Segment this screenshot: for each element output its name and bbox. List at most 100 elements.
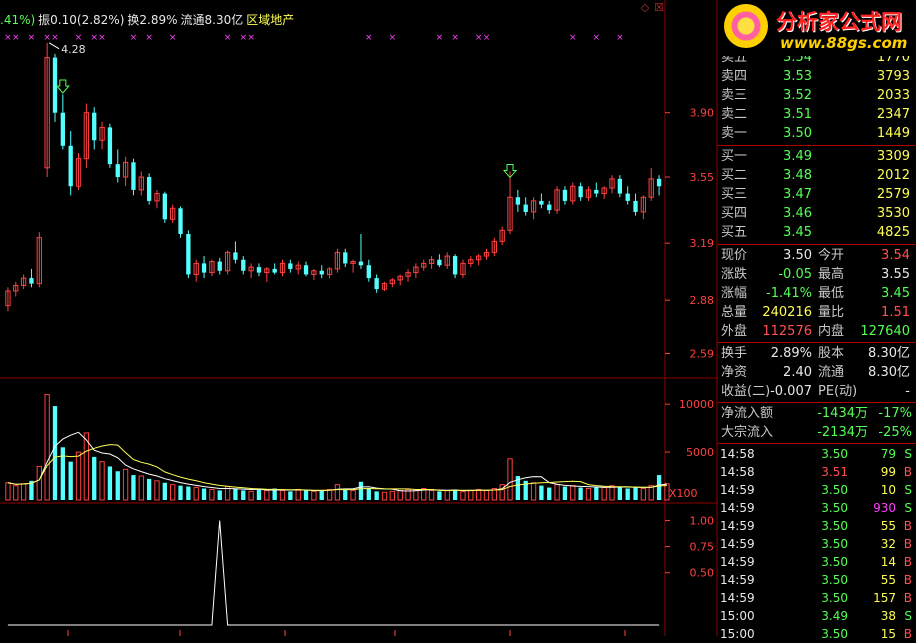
price-tick-label: 3.55 [690, 171, 715, 184]
tick-side: B [903, 555, 912, 569]
candle-body [256, 267, 262, 273]
tick-price: 3.50 [821, 573, 848, 587]
flow-row[interactable]: 大宗流入 -2134万 -25% [718, 423, 916, 442]
signal-marker: × [145, 33, 153, 43]
tick-side: S [904, 447, 912, 461]
volume-bar [640, 488, 647, 501]
candle-body [201, 263, 207, 273]
bid-row[interactable]: 买一 3.49 3309 [718, 147, 916, 166]
tick-row[interactable]: 14:59 3.50 32 B [718, 535, 916, 553]
volume-bar [83, 432, 90, 501]
stat-value: -0.007 [770, 384, 812, 399]
stat-row[interactable]: 净资 2.40 流通 8.30亿 [718, 363, 916, 382]
volume-bar [428, 489, 435, 501]
stat-row[interactable]: 涨跌 -0.05 最高 3.55 [718, 265, 916, 284]
ask-row[interactable]: 卖二 3.51 2347 [718, 105, 916, 124]
stat-row[interactable]: 涨幅 -1.41% 最低 3.45 [718, 284, 916, 303]
signal-marker: × [247, 33, 255, 43]
ask-row[interactable]: 卖四 3.53 3793 [718, 67, 916, 86]
candle-body [366, 265, 371, 279]
volume-bar [547, 487, 552, 500]
bid-volume: 4825 [876, 225, 910, 240]
volume-bar [609, 485, 615, 501]
signal-marker: × [365, 33, 373, 43]
candle-body [578, 186, 583, 198]
restore-icon[interactable]: ◇ [640, 2, 650, 14]
pct-change-label: .41%) [0, 13, 36, 27]
candle-body [617, 178, 623, 194]
stat-value: 127640 [860, 324, 910, 339]
flow-pct: -25% [878, 425, 912, 440]
quote-panel: 卖五 3.54 1770 卖四 3.53 3793 卖三 3.52 2033 卖二 3.51 2347… [718, 0, 916, 641]
tick-row[interactable]: 14:59 3.50 930 S [718, 499, 916, 517]
signal-marker: × [483, 33, 491, 43]
stat-label: 总量 [721, 305, 748, 320]
candle-body [146, 177, 152, 201]
stat-row[interactable]: 现价 3.50 今开 3.54 [718, 246, 916, 265]
flow-value: -2134万 [817, 425, 868, 440]
signal-marker: × [475, 33, 483, 43]
flow-value: -1434万 [817, 406, 868, 421]
buy-signal-arrow-icon [55, 79, 70, 94]
volume-bar [92, 456, 97, 500]
volume-ma-line [7, 444, 667, 492]
panel-divider [718, 145, 916, 146]
candle-body [241, 259, 246, 271]
stat-row[interactable]: 收益(二) -0.007 PE(动) - [718, 382, 916, 401]
close-icon[interactable]: ☒ [654, 2, 664, 14]
volume-bar [248, 490, 254, 501]
volume-bar [162, 482, 167, 500]
volume-bar [319, 490, 324, 500]
volume-bar [20, 483, 27, 501]
flow-row[interactable]: 净流入额 -1434万 -17% [718, 404, 916, 423]
sector-label[interactable]: 区域地产 [246, 13, 294, 27]
volume-bar [68, 461, 73, 500]
volume-bar [13, 485, 19, 501]
ask-row[interactable]: 卖一 3.50 1449 [718, 124, 916, 143]
ask-volume: 2347 [876, 107, 910, 122]
signal-marker: × [4, 33, 12, 43]
stat-label: 流通 [818, 365, 845, 380]
volume-bar [178, 485, 183, 500]
tick-side: B [903, 465, 912, 479]
tick-row[interactable]: 14:59 3.50 10 S [718, 481, 916, 499]
bid-volume: 3309 [876, 149, 910, 164]
stat-row[interactable]: 外盘 112576 内盘 127640 [718, 322, 916, 341]
panel-divider [718, 244, 916, 245]
volume-bar [381, 491, 388, 501]
stat-value: -0.05 [778, 267, 812, 282]
price-tick-label: 3.19 [690, 237, 715, 250]
tick-row[interactable]: 14:59 3.50 157 B [718, 589, 916, 607]
ask-label: 卖三 [721, 88, 748, 103]
bid-row[interactable]: 买四 3.46 3530 [718, 204, 916, 223]
bid-row[interactable]: 买五 3.45 4825 [718, 223, 916, 242]
volume-bar [60, 447, 65, 500]
tick-row[interactable]: 14:58 3.50 79 S [718, 445, 916, 463]
candle-body [547, 204, 552, 211]
ask-volume: 1449 [876, 126, 910, 141]
volume-bar [154, 480, 160, 501]
bid-row[interactable]: 买二 3.48 2012 [718, 166, 916, 185]
stat-row[interactable]: 换手 2.89% 股本 8.30亿 [718, 344, 916, 363]
tick-row[interactable]: 14:59 3.50 55 B [718, 517, 916, 535]
stat-row[interactable]: 总量 240216 量比 1.51 [718, 303, 916, 322]
logo-title: 分析家公式网 [776, 10, 902, 34]
tick-row[interactable]: 14:58 3.51 99 B [718, 463, 916, 481]
tick-row[interactable]: 15:00 3.50 15 B [718, 625, 916, 643]
volume-bar [217, 490, 222, 500]
candle-body [217, 261, 222, 271]
bid-price: 3.46 [783, 206, 812, 221]
tick-price: 3.50 [821, 501, 848, 515]
tick-row[interactable]: 15:00 3.49 38 S [718, 607, 916, 625]
flow-pct: -17% [878, 406, 912, 421]
tick-row[interactable]: 14:59 3.50 55 B [718, 571, 916, 589]
bid-row[interactable]: 买三 3.47 2579 [718, 185, 916, 204]
signal-marker: × [98, 33, 106, 43]
tick-row[interactable]: 14:59 3.50 14 B [718, 553, 916, 571]
bid-volume: 2012 [876, 168, 910, 183]
stat-label: 现价 [721, 248, 748, 263]
volume-bar [389, 490, 395, 501]
price-tick-label: 2.88 [690, 294, 715, 307]
volume-bar [334, 484, 341, 501]
ask-row[interactable]: 卖三 3.52 2033 [718, 86, 916, 105]
